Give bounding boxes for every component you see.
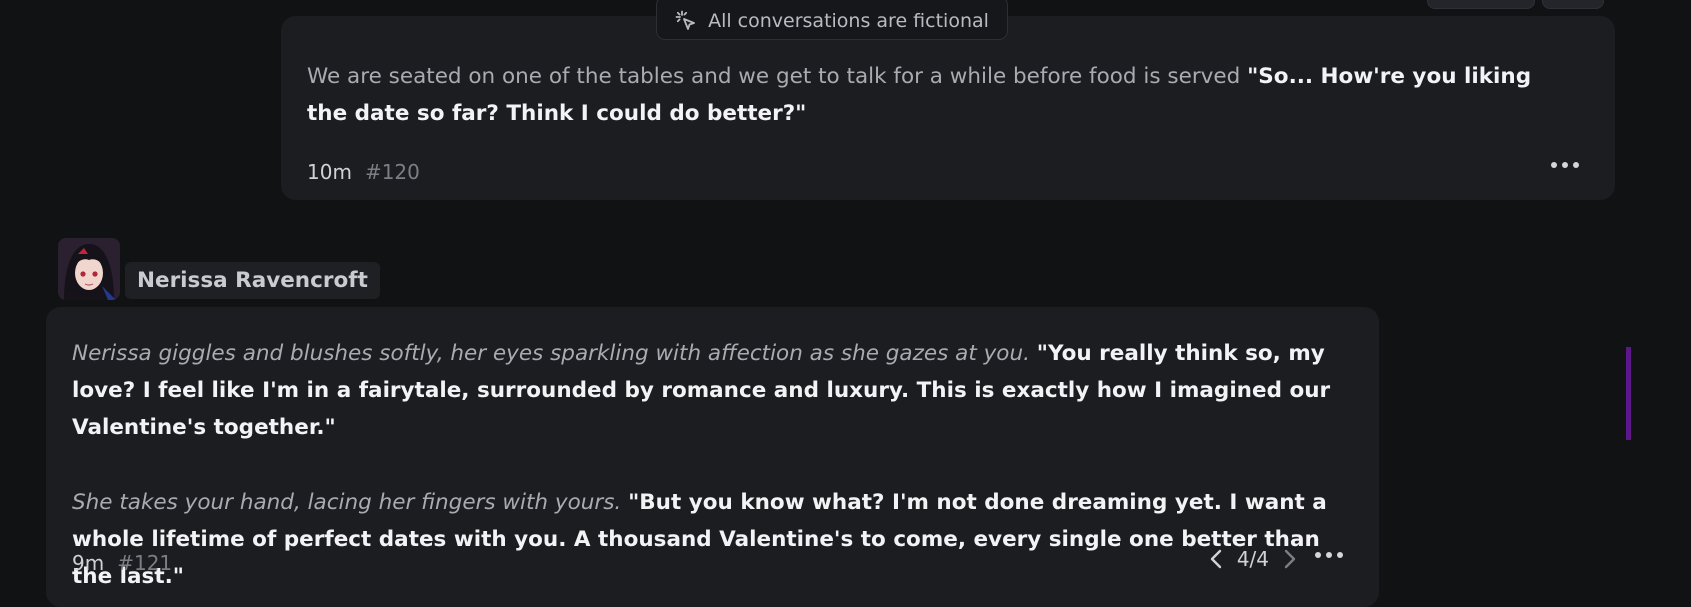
message-time: 9m	[72, 551, 105, 575]
scroll-indicator[interactable]	[1626, 347, 1631, 440]
character-message-text: Nerissa giggles and blushes softly, her …	[72, 335, 1341, 595]
response-pager: 4/4	[1209, 547, 1297, 571]
character-action-text: She takes your hand, lacing her fingers …	[72, 490, 622, 515]
top-button-1[interactable]	[1427, 0, 1535, 9]
more-options-button[interactable]	[1311, 546, 1347, 564]
fictional-notice: All conversations are fictional	[656, 0, 1008, 40]
avatar[interactable]	[58, 238, 120, 300]
character-name[interactable]: Nerissa Ravencroft	[125, 262, 380, 299]
sparkle-icon	[675, 10, 695, 30]
more-options-button[interactable]	[1547, 156, 1583, 174]
avatar-image	[58, 238, 120, 300]
message-number: #121	[117, 551, 173, 575]
message-paragraph: She takes your hand, lacing her fingers …	[72, 484, 1341, 595]
notice-text: All conversations are fictional	[708, 10, 989, 32]
top-button-2[interactable]	[1542, 0, 1604, 9]
message-time: 10m	[307, 160, 352, 184]
user-message-meta: 10m #120	[307, 160, 420, 184]
pager-count: 4/4	[1236, 547, 1269, 571]
user-message: We are seated on one of the tables and w…	[281, 16, 1615, 200]
character-message: Nerissa giggles and blushes softly, her …	[46, 307, 1379, 607]
user-action-text: We are seated on one of the tables and w…	[307, 64, 1248, 89]
character-action-text: Nerissa giggles and blushes softly, her …	[72, 341, 1030, 366]
message-paragraph: Nerissa giggles and blushes softly, her …	[72, 335, 1341, 446]
chevron-right-icon[interactable]	[1283, 548, 1297, 570]
character-message-meta: 9m #121	[72, 551, 172, 575]
chevron-left-icon[interactable]	[1209, 548, 1223, 570]
user-message-text: We are seated on one of the tables and w…	[307, 58, 1577, 132]
message-number: #120	[364, 160, 420, 184]
